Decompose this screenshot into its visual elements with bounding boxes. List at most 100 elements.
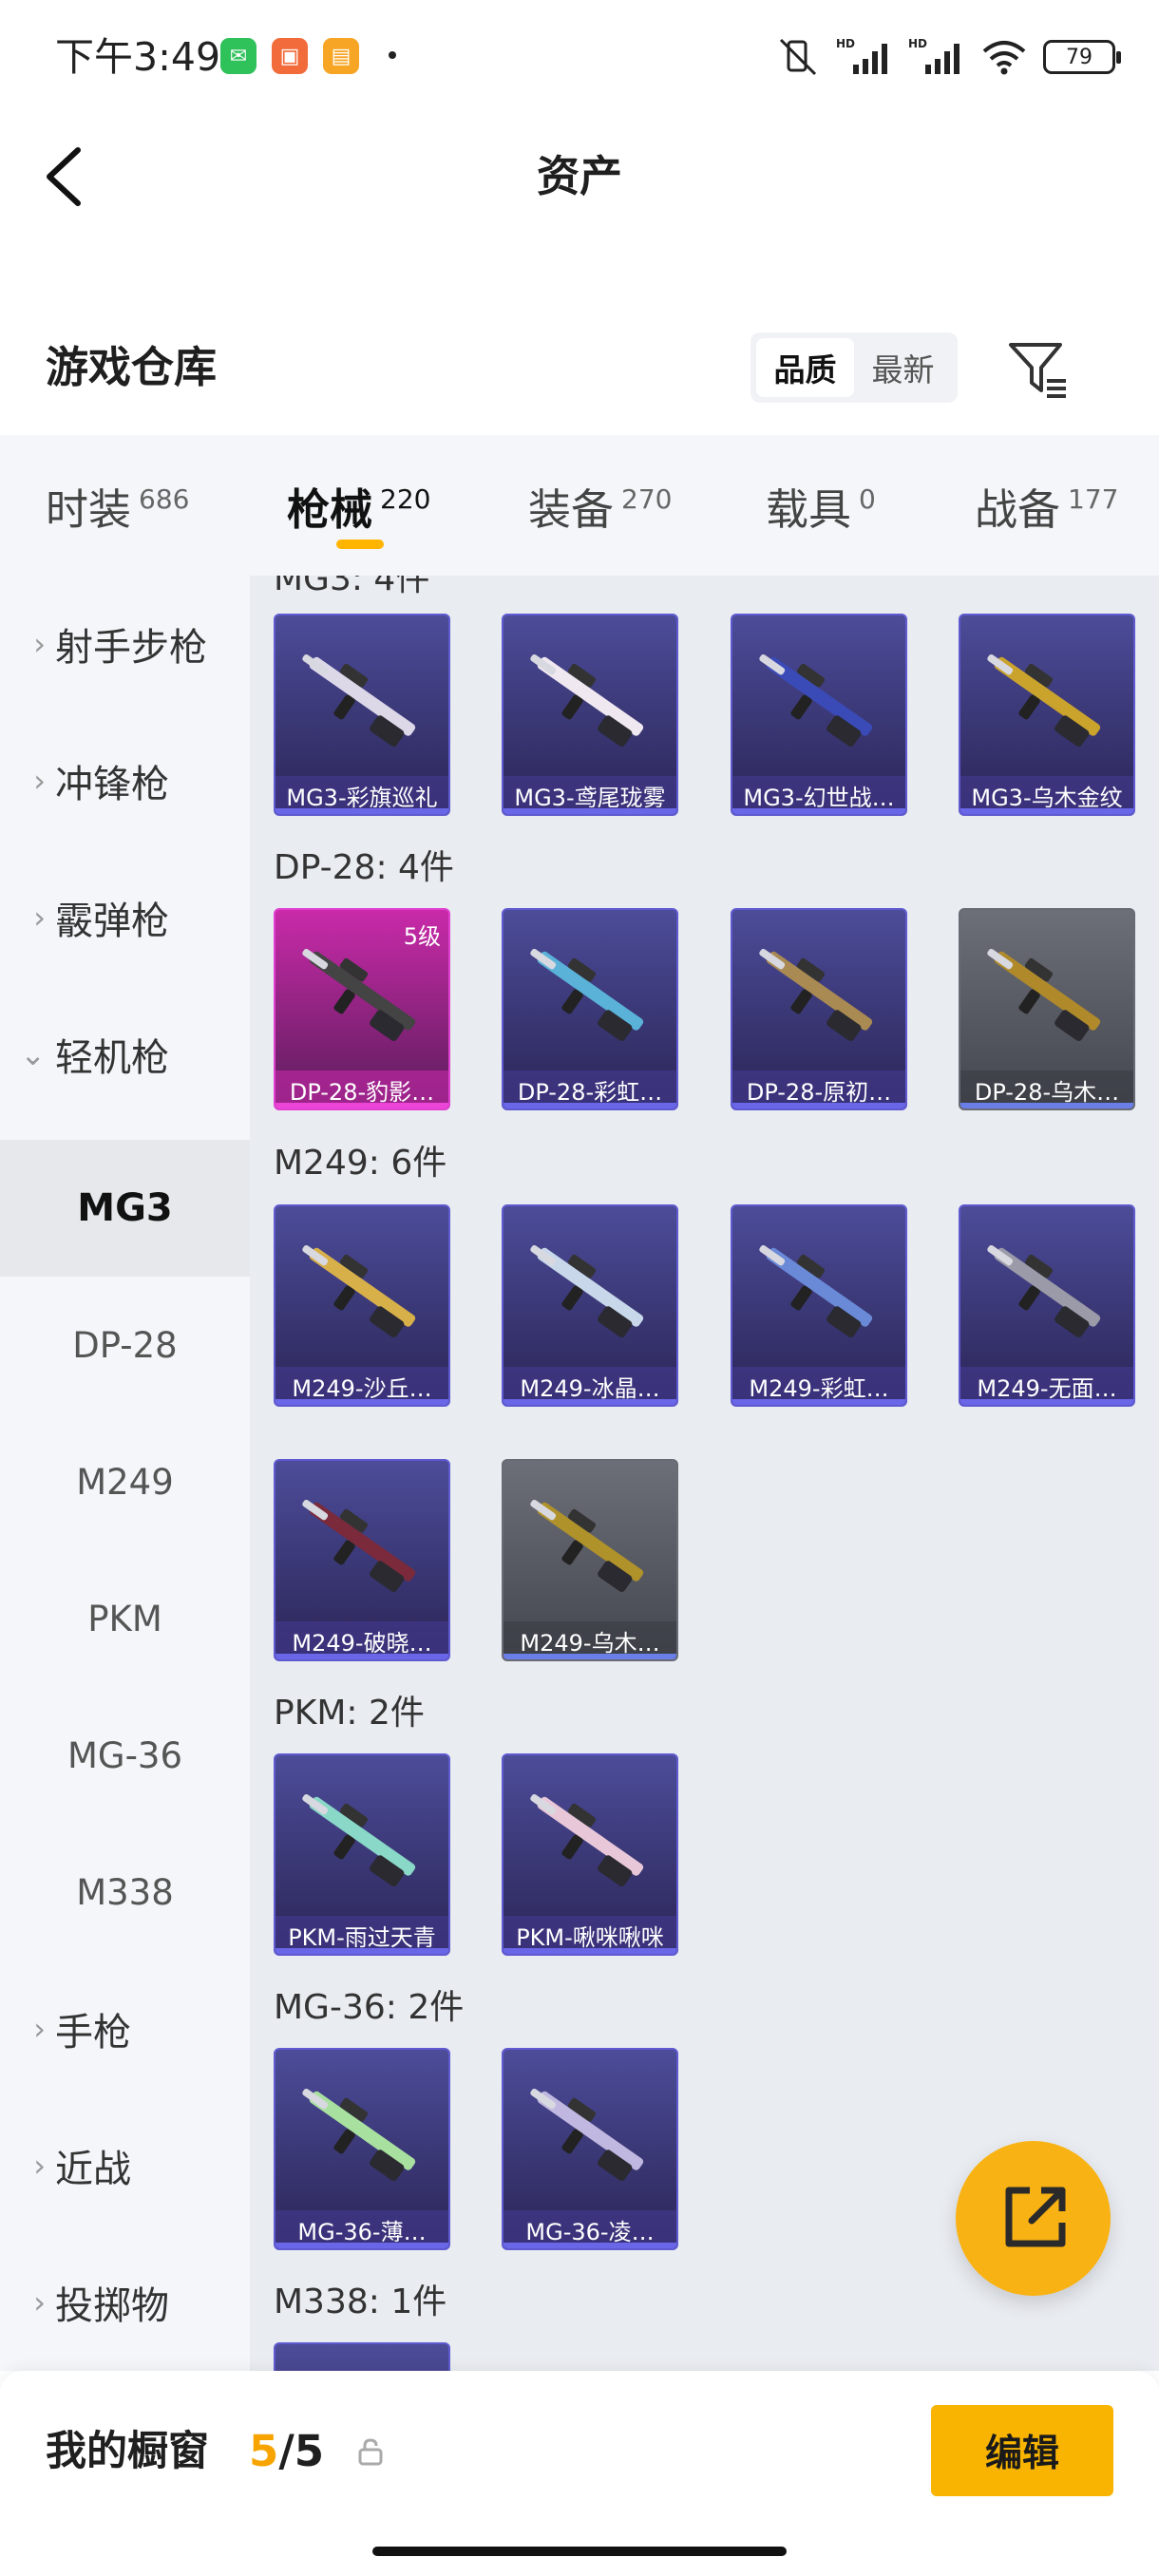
showcase-total: /5	[278, 2426, 325, 2476]
weapon-skin-card[interactable]	[274, 2342, 450, 2371]
rarity-bar	[276, 1399, 448, 1405]
weapon-icon	[302, 1793, 416, 1886]
tab-firearms[interactable]: 枪械 220	[287, 435, 430, 576]
showcase-count: 5/5	[249, 2423, 324, 2480]
svg-text:HD: HD	[836, 37, 855, 50]
weapon-skin-card[interactable]: M249-破晓…	[274, 1459, 450, 1661]
weapon-icon	[302, 2088, 416, 2181]
sidebar-item-label: 近战	[55, 2148, 131, 2191]
status-indicators: HD HD 79	[775, 28, 1121, 85]
sidebar-subitem-m338[interactable]: M338	[0, 1824, 250, 1960]
sort-newest-button[interactable]: 最新	[854, 338, 952, 397]
weapon-skin-card[interactable]: 5级 DP-28-豹影…	[274, 908, 450, 1110]
rarity-bar	[504, 808, 676, 814]
group-header: MG3: 4件	[274, 576, 430, 598]
edit-showcase-button[interactable]: 编辑	[931, 2405, 1113, 2496]
sidebar-item-smg[interactable]: › 冲锋枪	[0, 712, 250, 849]
tab-label: 载具	[766, 483, 852, 535]
rarity-bar	[504, 1948, 676, 1954]
weapon-type-sidebar: › 射手步枪 › 冲锋枪 › 霰弹枪 ⌄ 轻机枪 MG3 DP-28 M249 PKM …	[0, 576, 250, 2371]
more-notifications-dot	[389, 51, 396, 59]
weapon-skin-card[interactable]: MG3-乌木金纹	[959, 614, 1135, 816]
tab-label: 枪械	[287, 483, 373, 535]
page-title: 资产	[536, 151, 622, 201]
chevron-right-icon: ›	[33, 900, 46, 936]
sidebar-item-label: 冲锋枪	[55, 763, 169, 806]
rarity-bar	[732, 1103, 905, 1108]
sidebar-item-lmg[interactable]: ⌄ 轻机枪	[0, 986, 250, 1123]
chevron-right-icon: ›	[33, 763, 46, 799]
weapon-skin-card[interactable]: M249-无面…	[959, 1204, 1135, 1407]
weapon-skin-card[interactable]: PKM-雨过天青	[274, 1753, 450, 1956]
weapon-icon	[530, 1499, 644, 1592]
sidebar-item-throwables[interactable]: › 投掷物	[0, 2234, 250, 2371]
sidebar-subitem-label: MG3	[77, 1186, 173, 1230]
signal-icon-2: HD	[908, 37, 960, 74]
sidebar-subitem-m249[interactable]: M249	[0, 1413, 250, 1550]
weapon-icon	[530, 2088, 644, 2181]
weapon-icon	[759, 653, 873, 747]
sidebar-subitem-pkm[interactable]: PKM	[0, 1550, 250, 1687]
wechat-icon: ✉	[220, 38, 256, 74]
sidebar-item-pistol[interactable]: › 手枪	[0, 1960, 250, 2097]
weapon-skin-card[interactable]: MG3-鸢尾珑雾	[502, 614, 678, 816]
weapon-icon	[987, 1244, 1101, 1337]
group-header: M338: 1件	[274, 2282, 447, 2321]
rarity-bar	[276, 1948, 448, 1954]
rarity-bar	[504, 1399, 676, 1405]
weapon-skin-card[interactable]: MG3-幻世战…	[731, 614, 907, 816]
svg-text:HD: HD	[908, 37, 927, 50]
weapon-icon	[987, 948, 1101, 1041]
sort-toggle: 品质 最新	[750, 332, 958, 403]
sidebar-item-marksman-rifle[interactable]: › 射手步枪	[0, 576, 250, 712]
level-badge: 5级	[403, 923, 441, 950]
weapon-skin-card[interactable]: MG-36-凌…	[502, 2048, 678, 2250]
tab-count: 270	[621, 483, 673, 515]
weapon-skin-card[interactable]: M249-乌木…	[502, 1459, 678, 1661]
tab-vehicles[interactable]: 载具 0	[766, 435, 876, 576]
weapon-skin-card[interactable]: M249-沙丘…	[274, 1204, 450, 1407]
app-notification-icon: ▣	[272, 38, 308, 74]
sidebar-item-label: 射手步枪	[55, 626, 207, 670]
tab-fashion[interactable]: 时装 686	[46, 435, 189, 576]
battery-icon: 79	[1043, 40, 1121, 74]
sidebar-subitem-dp28[interactable]: DP-28	[0, 1277, 250, 1413]
share-fab-button[interactable]	[956, 2141, 1111, 2296]
group-header: DP-28: 4件	[274, 848, 454, 887]
sidebar-subitem-mg3[interactable]: MG3	[0, 1140, 250, 1277]
rarity-bar	[276, 808, 448, 814]
group-header: M249: 6件	[274, 1144, 447, 1183]
sidebar-item-shotgun[interactable]: › 霰弹枪	[0, 849, 250, 986]
signal-icon-1: HD	[836, 37, 887, 74]
mute-vibrate-icon	[779, 38, 817, 76]
sidebar-subitem-label: PKM	[87, 1598, 162, 1639]
tab-equipment[interactable]: 装备 270	[528, 435, 672, 576]
sidebar-item-label: 手枪	[55, 2011, 131, 2055]
sort-quality-button[interactable]: 品质	[756, 338, 854, 397]
sidebar-item-label: 霰弹枪	[55, 900, 169, 943]
chevron-right-icon: ›	[33, 2148, 46, 2184]
weapon-skin-card[interactable]: MG3-彩旗巡礼	[274, 614, 450, 816]
tab-count: 0	[859, 483, 876, 515]
sidebar-subitem-mg36[interactable]: MG-36	[0, 1687, 250, 1824]
weapon-skin-card[interactable]: M249-冰晶…	[502, 1204, 678, 1407]
weapon-skin-card[interactable]: DP-28-彩虹…	[502, 908, 678, 1110]
rarity-bar	[732, 808, 905, 814]
weapon-skin-card[interactable]: M249-彩虹…	[731, 1204, 907, 1407]
tab-supplies[interactable]: 战备 177	[975, 435, 1118, 576]
chevron-down-icon: ⌄	[20, 1036, 46, 1072]
status-time: 下午3:49	[55, 34, 221, 80]
filter-icon[interactable]	[1005, 337, 1070, 402]
weapon-skin-card[interactable]: PKM-啾咪啾咪	[502, 1753, 678, 1956]
sidebar-subitem-label: M249	[76, 1461, 174, 1503]
weapon-skin-card[interactable]: DP-28-乌木…	[959, 908, 1135, 1110]
weapon-icon	[530, 948, 644, 1041]
weapon-skin-card[interactable]: DP-28-原初…	[731, 908, 907, 1110]
sidebar-item-label: 投掷物	[55, 2284, 169, 2328]
weapon-icon	[987, 653, 1101, 747]
sidebar-item-melee[interactable]: › 近战	[0, 2097, 250, 2234]
tab-count: 686	[139, 483, 190, 515]
home-indicator[interactable]	[372, 2547, 787, 2556]
tab-count: 177	[1068, 483, 1119, 515]
weapon-skin-card[interactable]: MG-36-薄…	[274, 2048, 450, 2250]
